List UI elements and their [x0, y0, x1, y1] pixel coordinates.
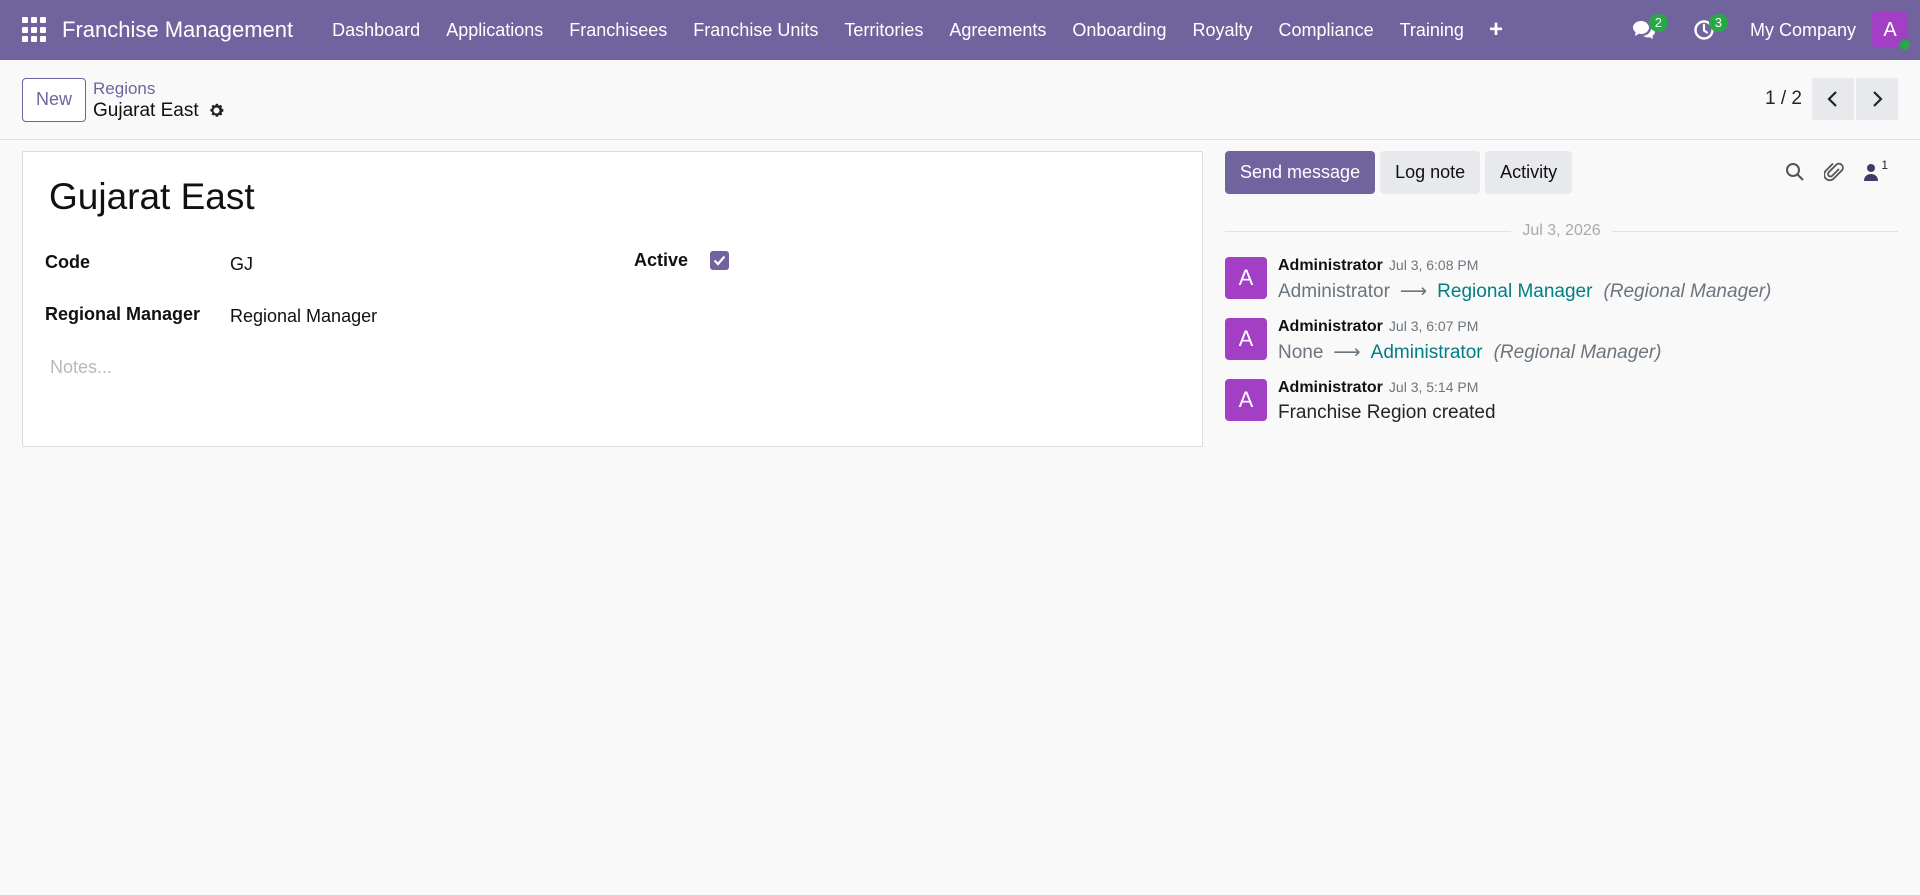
menu-item-royalty[interactable]: Royalty: [1180, 20, 1266, 41]
menu-item-dashboard[interactable]: Dashboard: [319, 20, 433, 41]
code-value[interactable]: GJ: [230, 254, 253, 275]
message-time: Jul 3, 6:07 PM: [1388, 318, 1479, 334]
chevron-left-icon: [1827, 91, 1837, 107]
message-avatar[interactable]: A: [1225, 318, 1267, 360]
message: A Administrator Jul 3, 6:08 PM Administr…: [1225, 257, 1898, 303]
menu-item-franchise-units[interactable]: Franchise Units: [680, 20, 831, 41]
notes-field[interactable]: Notes...: [50, 357, 112, 378]
messages-badge: 2: [1648, 14, 1668, 32]
gear-icon[interactable]: [208, 102, 225, 119]
app-brand[interactable]: Franchise Management: [62, 17, 293, 43]
menu-item-applications[interactable]: Applications: [433, 20, 556, 41]
control-panel: New Regions Gujarat East 1 / 2: [0, 60, 1920, 140]
send-message-button[interactable]: Send message: [1225, 151, 1376, 194]
code-field: Code GJ: [45, 250, 253, 275]
arrow-right-icon: ⟶: [1333, 342, 1361, 363]
regional-manager-value[interactable]: Regional Manager: [230, 306, 377, 327]
breadcrumb-regions-link[interactable]: Regions: [93, 78, 225, 100]
message: A Administrator Jul 3, 6:07 PM None ⟶ Ad…: [1225, 318, 1898, 364]
apps-menu-icon[interactable]: [22, 17, 48, 43]
message-avatar[interactable]: A: [1225, 379, 1267, 421]
record-title[interactable]: Gujarat East: [49, 176, 1180, 218]
pager: 1 / 2: [1765, 78, 1898, 120]
menu-item-agreements[interactable]: Agreements: [936, 20, 1059, 41]
chatter: Send message Log note Activity 1 Jul 3, …: [1225, 151, 1898, 447]
message-body: Franchise Region created: [1278, 402, 1496, 423]
message-text: Franchise Region created: [1278, 402, 1496, 424]
active-field: Active: [634, 250, 729, 271]
date-separator-label: Jul 3, 2026: [1522, 222, 1601, 239]
tracking-change: Administrator ⟶ Regional Manager (Region…: [1278, 280, 1771, 303]
message-avatar[interactable]: A: [1225, 257, 1267, 299]
messages-systray[interactable]: 2: [1624, 10, 1668, 50]
code-label: Code: [45, 252, 90, 272]
search-icon[interactable]: [1785, 162, 1805, 182]
tracking-old-value: Administrator: [1278, 280, 1390, 302]
tracking-old-value: None: [1278, 341, 1324, 363]
regional-manager-label: Regional Manager: [45, 304, 201, 324]
log-note-button[interactable]: Log note: [1380, 151, 1481, 194]
active-checkbox[interactable]: [710, 251, 729, 270]
activity-button[interactable]: Activity: [1485, 151, 1573, 194]
user-avatar[interactable]: A: [1872, 12, 1912, 52]
menu-item-compliance[interactable]: Compliance: [1266, 20, 1387, 41]
pager-value[interactable]: 1 / 2: [1765, 88, 1802, 110]
activities-systray[interactable]: 3: [1684, 10, 1728, 50]
message-time: Jul 3, 5:14 PM: [1388, 379, 1479, 395]
online-status-icon: [1898, 38, 1912, 52]
top-navbar: Franchise Management Dashboard Applicati…: [0, 0, 1920, 60]
regional-manager-field: Regional Manager Regional Manager: [45, 302, 377, 327]
date-separator: Jul 3, 2026: [1225, 222, 1898, 240]
person-icon: [1864, 164, 1879, 181]
message-author[interactable]: Administrator: [1278, 318, 1383, 336]
paperclip-icon[interactable]: [1824, 161, 1845, 183]
chatter-icons: 1: [1766, 158, 1888, 183]
tracking-change: None ⟶ Administrator (Regional Manager): [1278, 341, 1662, 364]
menu-more-plus-icon[interactable]: +: [1477, 16, 1515, 44]
breadcrumb-current: Gujarat East: [93, 100, 225, 122]
main-content: Gujarat East Code GJ Active Regional Man…: [0, 140, 1920, 458]
message-author[interactable]: Administrator: [1278, 257, 1383, 275]
new-button[interactable]: New: [22, 77, 87, 122]
message: A Administrator Jul 3, 5:14 PM Franchise…: [1225, 379, 1898, 424]
pager-previous-button[interactable]: [1812, 78, 1854, 120]
tracking-new-value: Regional Manager: [1437, 280, 1593, 302]
chevron-right-icon: [1873, 91, 1883, 107]
breadcrumb-current-label: Gujarat East: [93, 99, 199, 121]
systray: 2 3 My Company A: [1614, 10, 1912, 52]
user-initial: A: [1883, 18, 1897, 41]
form-sheet: Gujarat East Code GJ Active Regional Man…: [22, 151, 1203, 447]
chatter-toolbar: Send message Log note Activity 1: [1225, 151, 1898, 194]
checkmark-icon: [713, 255, 726, 266]
tracking-new-value: Administrator: [1370, 341, 1483, 363]
menu-item-training[interactable]: Training: [1387, 20, 1477, 41]
breadcrumb: Regions Gujarat East: [93, 78, 225, 122]
activities-badge: 3: [1708, 14, 1728, 32]
message-time: Jul 3, 6:08 PM: [1388, 257, 1479, 273]
main-menu: Dashboard Applications Franchisees Franc…: [319, 16, 1614, 44]
tracking-field-name: (Regional Manager): [1493, 341, 1662, 363]
active-label: Active: [634, 250, 689, 270]
menu-item-franchisees[interactable]: Franchisees: [556, 20, 680, 41]
pager-next-button[interactable]: [1856, 78, 1898, 120]
message-author[interactable]: Administrator: [1278, 379, 1383, 397]
followers-count: 1: [1881, 158, 1888, 172]
tracking-field-name: (Regional Manager): [1603, 280, 1772, 302]
menu-item-territories[interactable]: Territories: [831, 20, 936, 41]
followers-button[interactable]: 1: [1863, 158, 1888, 182]
arrow-right-icon: ⟶: [1399, 281, 1428, 302]
menu-item-onboarding[interactable]: Onboarding: [1059, 20, 1179, 41]
company-switcher[interactable]: My Company: [1750, 20, 1856, 41]
